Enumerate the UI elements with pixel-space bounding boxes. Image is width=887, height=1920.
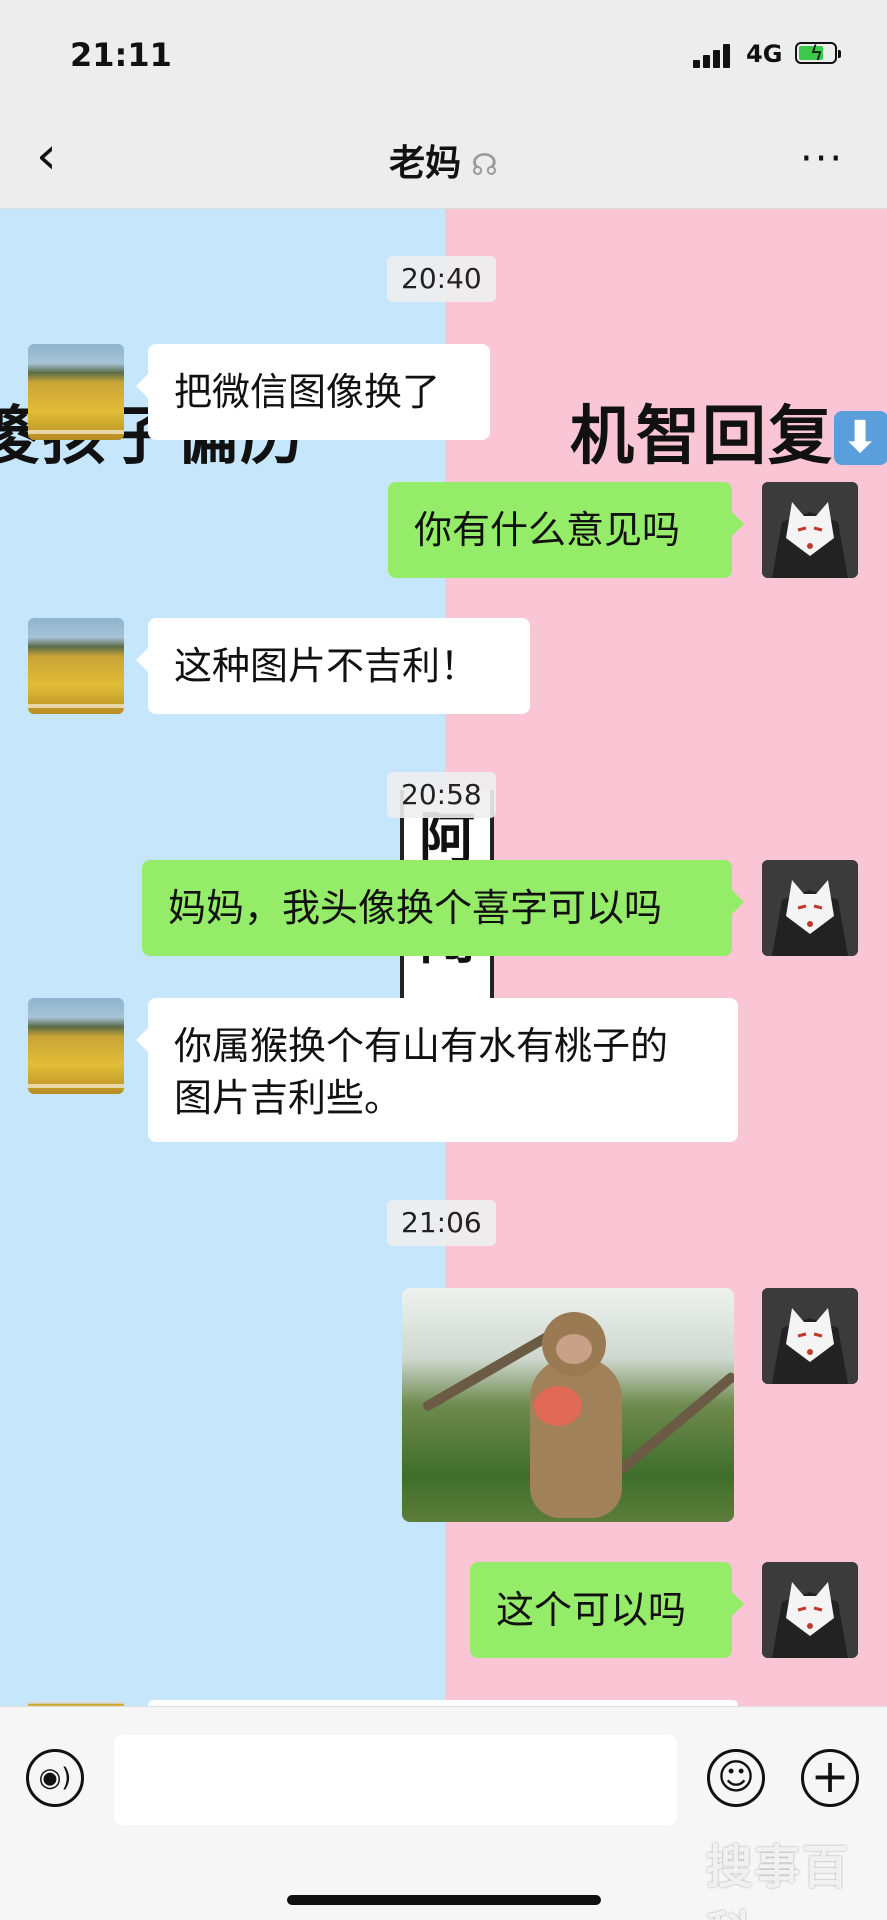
- avatar-me[interactable]: [762, 1288, 858, 1384]
- network-type: 4G: [746, 40, 783, 68]
- status-bar: 21:11 4G ϟ: [0, 0, 887, 110]
- down-arrow-icon: ⬇: [834, 411, 887, 465]
- chat-title: 老妈 ☊: [0, 134, 887, 186]
- fox-mask-avatar-icon: [762, 1562, 858, 1658]
- avatar-mom[interactable]: [28, 618, 124, 714]
- fox-mask-avatar-icon: [762, 860, 858, 956]
- overlay-text-right-label: 机智回复: [570, 400, 834, 474]
- timestamp: 21:06: [387, 1200, 496, 1246]
- home-indicator[interactable]: [287, 1895, 601, 1905]
- message-line: 图片吉利些。: [174, 1076, 403, 1120]
- timestamp: 20:58: [387, 772, 496, 818]
- watermark: 搜事百科: [706, 1840, 850, 1920]
- chat-header: ‹ 老妈 ☊ ···: [0, 110, 887, 209]
- chat-screen: 傻孩子偏历 机智回复⬇ 阿 闯 21:11 4G ϟ ‹ 老妈☊ ··· 20:…: [0, 0, 887, 1920]
- message-outgoing: 这个可以吗: [470, 1562, 744, 1658]
- avatar-me[interactable]: [762, 860, 858, 956]
- fox-mask-avatar-icon: [762, 1288, 858, 1384]
- emoji-icon[interactable]: ☺: [707, 1749, 765, 1807]
- message-outgoing: 你有什么意见吗: [388, 482, 744, 578]
- timestamp: 20:40: [387, 256, 496, 302]
- avatar-me[interactable]: [762, 1562, 858, 1658]
- status-time: 21:11: [70, 36, 172, 74]
- message-incoming: 这种图片不吉利！: [136, 618, 530, 714]
- more-options-button[interactable]: ···: [800, 136, 844, 182]
- overlay-text-right: 机智回复 ⬇: [570, 385, 887, 477]
- plus-icon[interactable]: +: [801, 1749, 859, 1807]
- chat-title-text: 老妈: [389, 143, 462, 184]
- message-input[interactable]: [114, 1735, 677, 1825]
- chat-background-left: [0, 0, 445, 1920]
- earpiece-icon: ☊: [471, 148, 498, 183]
- message-incoming: 你属猴换个有山有水有桃子的 图片吉利些。: [136, 998, 738, 1142]
- voice-icon[interactable]: ◉): [26, 1749, 84, 1807]
- signal-icon: [693, 44, 733, 68]
- avatar-me[interactable]: [762, 482, 858, 578]
- monkey-photo-message[interactable]: [402, 1288, 734, 1522]
- message-line: 你属猴换个有山有水有桃子的: [174, 1024, 669, 1068]
- avatar-mom[interactable]: [28, 998, 124, 1094]
- message-outgoing: 妈妈，我头像换个喜字可以吗: [142, 860, 744, 956]
- battery-icon: ϟ: [795, 41, 841, 65]
- message-incoming: 把微信图像换了: [136, 344, 490, 440]
- avatar-mom[interactable]: [28, 344, 124, 440]
- fox-mask-avatar-icon: [762, 482, 858, 578]
- input-bar: ◉) ☺ + 搜事百科: [0, 1706, 887, 1920]
